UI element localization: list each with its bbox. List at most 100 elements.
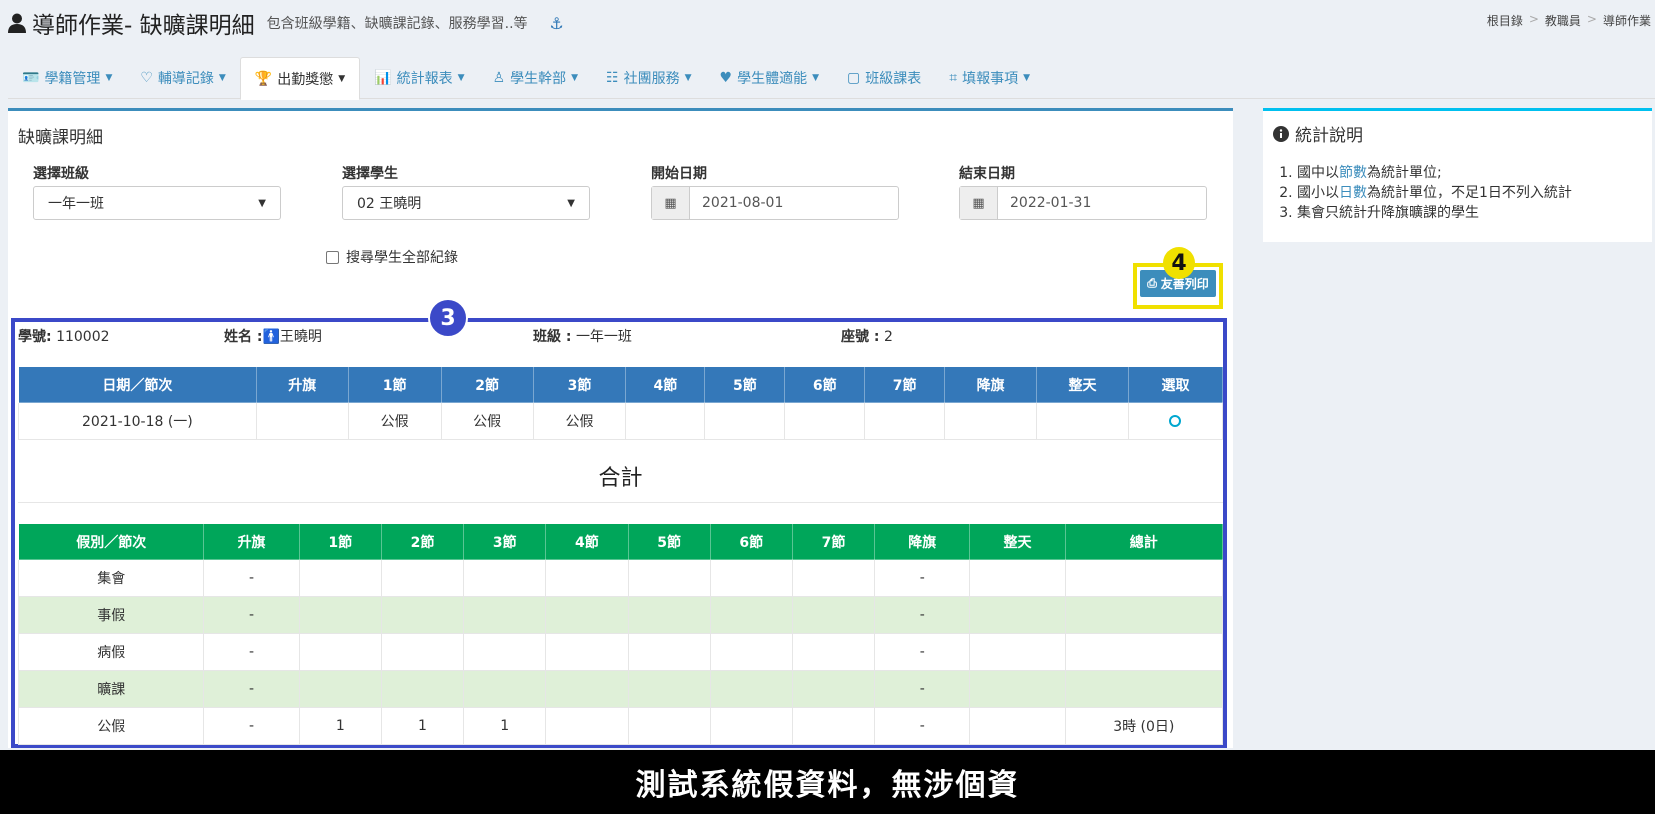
table-cell [791,559,876,597]
trophy-icon: 🏆 [254,70,273,87]
table-cell [380,633,465,671]
column-header: 升旗 [255,366,349,403]
note-text: 集會只統計升降旗曠課的學生 [1297,205,1479,221]
table-cell [791,707,876,745]
table-cell [380,596,465,634]
table-row: 事假 - - [17,596,1224,634]
table-cell: - [874,670,971,708]
table-cell: 3時 (0日) [1064,707,1224,745]
table-cell: - [203,707,300,745]
table-cell [709,559,793,597]
table-cell [545,559,629,597]
note-highlight: 節數 [1339,165,1367,181]
column-header: 1節 [298,523,382,560]
table-cell [969,633,1066,671]
table-cell [709,596,793,634]
table-cell [298,633,382,671]
column-header: 假別／節次 [17,523,205,560]
bar-chart-icon: 📊 [374,70,392,86]
group-icon: ☷ [606,70,619,86]
table-row: 公假 -1 1 1-3時 (0日) [17,707,1224,745]
breadcrumb-separator: > [1586,12,1597,26]
tab-counseling[interactable]: ♡ 輔導記錄 ▼ [126,57,239,99]
tab-timetable[interactable]: ▢ 班級課表 [833,57,935,99]
caret-down-icon: ▼ [218,73,226,83]
column-header: 1節 [347,366,442,403]
tab-label: 社團服務 [623,71,680,87]
column-header: 總計 [1064,523,1224,560]
statistics-notes-panel: 統計說明 國中以節數為統計單位; 國小以日數為統計單位，不足1日不列入統計 集會… [1263,108,1652,242]
table-cell [969,707,1066,745]
column-header: 6節 [784,366,866,403]
start-date-label: 開始日期 [651,166,707,182]
student-select[interactable]: 02 王曉明 ▼ [342,186,590,220]
table-cell [463,559,547,597]
table-cell: 公假 [532,402,627,440]
anchor-icon[interactable]: ⚓ [550,14,564,33]
tab-label: 統計報表 [396,71,453,87]
table-cell [545,596,629,634]
table-cell [704,402,786,440]
panel-title: 缺曠課明細 [18,128,103,148]
search-all-records-option[interactable]: 搜尋學生全部紀錄 [326,247,458,267]
tab-attendance[interactable]: 🏆 出勤獎懲 ▼ [239,57,361,100]
id-card-icon: 🪪 [22,70,40,86]
list-item: 集會只統計升降旗曠課的學生 [1297,203,1572,223]
breadcrumb-root[interactable]: 根目錄 [1487,12,1523,29]
table-row: 病假 - - [17,633,1224,671]
end-date-field[interactable]: ▦ 2022-01-31 [959,186,1207,220]
student-name-label: 姓名 : [224,329,263,345]
table-cell: 公假 [17,707,205,745]
table-cell [709,633,793,671]
table-cell [1036,402,1129,440]
student-seat-value: 2 [883,329,893,345]
end-date-value[interactable]: 2022-01-31 [998,187,1091,219]
table-cell [627,596,711,634]
tab-reports[interactable]: 📊 統計報表 ▼ [360,57,478,99]
table-cell [791,596,876,634]
table-cell: 2021-10-18 (一) [18,402,257,440]
select-radio[interactable] [1169,415,1182,427]
class-select[interactable]: 一年一班 ▼ [33,186,281,220]
chevron-down-icon: ▼ [258,197,266,209]
tab-fitness[interactable]: ♥ 學生體適能 ▼ [706,57,833,99]
table-cell [864,402,946,440]
tab-clubs[interactable]: ☷ 社團服務 ▼ [592,57,705,99]
table-cell: - [203,670,300,708]
statistics-notes-list: 國中以節數為統計單位; 國小以日數為統計單位，不足1日不列入統計 集會只統計升降… [1297,163,1572,223]
tab-cadres[interactable]: ♙ 學生幹部 ▼ [479,57,592,99]
student-seat: 座號 : 2 [841,326,893,346]
column-header: 日期／節次 [18,366,257,403]
table-cell [545,633,629,671]
calendar-icon: ▦ [652,187,690,219]
caret-down-icon: ▼ [457,73,465,83]
column-header: 升旗 [203,523,300,560]
main-tabs: 🪪 學籍管理 ▼ ♡ 輔導記錄 ▼ 🏆 出勤獎懲 ▼ 📊 統計報表 ▼ ♙ 學生幹部 ▼ ☷ 社團服務… [8,57,1655,100]
page-title: 導師作業- 缺曠課明細 包含班級學籍、缺曠課記錄、服務學習..等 ⚓ [8,6,564,40]
start-date-value[interactable]: 2021-08-01 [690,187,783,219]
table-cell: - [874,596,971,634]
tab-reporting[interactable]: ⌗ 填報事項 ▼ [935,57,1044,99]
search-all-checkbox[interactable] [326,250,339,264]
male-icon: 🚹 [262,329,280,345]
caret-down-icon: ▼ [571,73,579,83]
table-cell: 集會 [17,559,205,597]
column-header: 7節 [791,523,876,560]
heartbeat-icon: ♥ [719,70,733,86]
statistics-notes-title-text: 統計說明 [1295,126,1363,146]
select-cell [1127,402,1224,440]
tab-label: 填報事項 [962,71,1019,87]
tab-enrollment[interactable]: 🪪 學籍管理 ▼ [8,57,126,99]
list-item: 國中以節數為統計單位; [1297,163,1572,183]
table-cell [545,707,629,745]
breadcrumb-staff[interactable]: 教職員 [1545,12,1581,29]
table-cell [298,670,382,708]
breadcrumb-separator: > [1528,12,1539,26]
column-header: 5節 [627,523,711,560]
column-header: 5節 [704,366,786,403]
table-cell [380,559,465,597]
start-date-field[interactable]: ▦ 2021-08-01 [651,186,899,220]
title-subtitle: 包含班級學籍、缺曠課記錄、服務學習..等 [266,16,528,32]
caret-down-icon: ▼ [105,73,113,83]
table-cell: - [874,633,971,671]
